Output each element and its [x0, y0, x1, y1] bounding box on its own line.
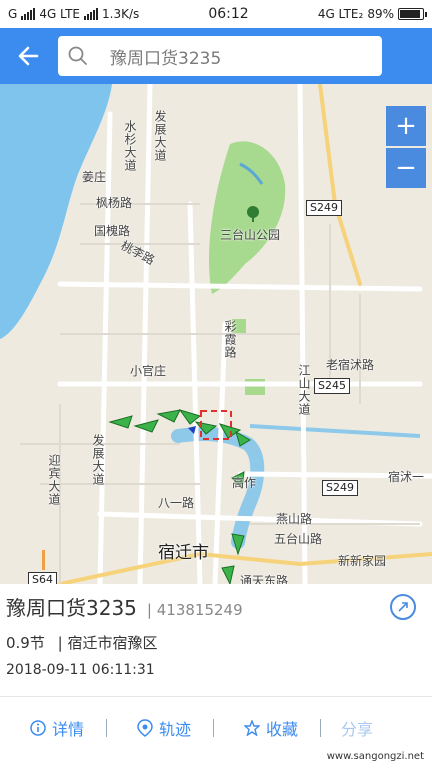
net-speed: 1.3K/s [102, 7, 140, 21]
status-time: 06:12 [208, 6, 249, 22]
action-bar: 详情 轨迹 收藏 分享 [0, 708, 432, 748]
map-label-suyi: 宿沭一 [388, 470, 425, 484]
favorite-label: 收藏 [266, 720, 299, 739]
road-badge-s64: S64 [28, 572, 57, 584]
map-label-jiangshan: 江山大道 [297, 364, 311, 416]
network-type-right: 4G LTE₂ [317, 7, 364, 21]
app-header [0, 28, 432, 84]
track-button[interactable]: 轨迹 [107, 716, 213, 740]
vessel-timestamp: 2018-09-11 06:11:31 [6, 662, 155, 678]
map-label-yanshan: 燕山路 [276, 512, 313, 526]
search-box[interactable] [58, 36, 382, 76]
location-pin-icon [137, 719, 153, 737]
watermark: www.sangongzi.net [322, 749, 428, 764]
map-label-wutaishan: 五台山路 [274, 532, 323, 546]
vessel-speed-row: 0.9节 | 宿迁市宿豫区 [6, 632, 158, 653]
map-view[interactable]: 姜庄 枫杨路 国槐路 桃李路 水杉大道 发展大道 三台山公园 S249 小官庄 … [0, 84, 432, 584]
signal-icon-2 [84, 8, 99, 20]
vessel-location: 宿迁市宿豫区 [67, 634, 158, 652]
map-label-santaishan: 三台山公园 [220, 228, 281, 242]
map-label-fengyang: 枫杨路 [96, 196, 133, 210]
info-icon [30, 720, 46, 736]
map-label-jiangzhuang: 姜庄 [82, 170, 107, 184]
status-left: G 4G LTE 1.3K/s [8, 7, 139, 21]
battery-percent: 89% [367, 7, 394, 21]
zoom-out-button[interactable]: − [386, 148, 426, 188]
vessel-speed: 0.9节 [6, 634, 45, 652]
arrow-left-icon [18, 46, 39, 66]
vessel-title-row: 豫周口货3235 | 413815249 [6, 592, 243, 621]
share-icon [398, 602, 408, 612]
back-button[interactable] [0, 28, 56, 84]
search-input[interactable] [108, 45, 352, 67]
map-label-fazhan: 发展大道 [153, 110, 167, 162]
signal-icon [21, 8, 36, 20]
map-label-xiaoguanzhuang: 小官庄 [130, 364, 167, 378]
map-label-bayi: 八一路 [158, 496, 195, 510]
search-icon [68, 46, 87, 65]
map-label-caixia: 彩霞路 [223, 320, 237, 359]
road-badge-s245: S245 [314, 378, 350, 394]
vessel-mmsi: | 413815249 [146, 601, 243, 619]
road-badge-s249-top: S249 [306, 200, 342, 216]
map-label-guohuai: 国槐路 [94, 224, 131, 238]
status-bar: G 4G LTE 1.3K/s 06:12 4G LTE₂ 89% [0, 0, 432, 28]
details-label: 详情 [52, 720, 85, 739]
map-label-xinjiayuan: 新新家园 [338, 554, 387, 568]
favorite-button[interactable]: 收藏 [214, 716, 320, 740]
share-button[interactable] [390, 594, 416, 620]
battery-icon [398, 8, 427, 20]
star-icon [244, 720, 261, 736]
status-right: 4G LTE₂ 89% [317, 7, 427, 21]
vessel-plate: 豫周口货3235 [6, 596, 137, 620]
map-label-yingbin: 迎宾大道 [47, 454, 61, 506]
more-label: 分享 [341, 720, 374, 739]
zoom-in-button[interactable]: + [386, 106, 426, 146]
map-label-fazhan2: 发展大道 [91, 434, 105, 486]
panel-divider [0, 696, 432, 697]
map-label-tongtian: 通天东路 [240, 574, 289, 584]
map-label-shuishan: 水杉大道 [123, 120, 137, 172]
details-button[interactable]: 详情 [0, 716, 106, 740]
carrier-text: G [8, 7, 18, 21]
map-label-laosuyi: 老宿沭路 [326, 358, 375, 372]
network-type: 4G LTE [39, 7, 81, 21]
track-label: 轨迹 [159, 720, 192, 739]
vessel-location-sep: | [57, 634, 63, 652]
vessel-info-panel: 豫周口货3235 | 413815249 0.9节 | 宿迁市宿豫区 2018-… [0, 584, 432, 768]
road-badge-s249-mid: S249 [322, 480, 358, 496]
map-canvas [0, 84, 432, 584]
map-label-gaozuo: 高作 [232, 476, 257, 490]
vessel-mmsi-value: 413815249 [156, 601, 243, 619]
more-button[interactable]: 分享 [321, 716, 395, 740]
map-label-suqianshi: 宿迁市 [158, 543, 209, 563]
